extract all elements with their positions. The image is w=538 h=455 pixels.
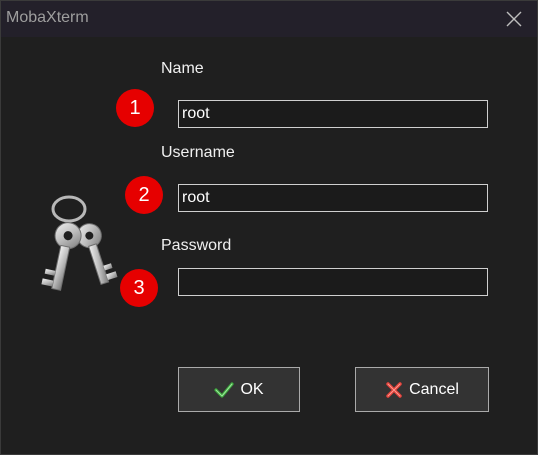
name-input[interactable] (178, 100, 488, 128)
cancel-button-label: Cancel (409, 380, 459, 398)
close-button[interactable] (491, 1, 537, 37)
step-badge-3: 3 (120, 269, 158, 307)
ok-button-label: OK (240, 380, 264, 398)
title-bar: MobaXterm (1, 1, 537, 37)
password-label: Password (161, 237, 232, 254)
name-label: Name (161, 60, 204, 77)
cancel-button[interactable]: Cancel (355, 367, 489, 412)
ok-button[interactable]: OK (178, 367, 300, 412)
keys-icon (41, 195, 118, 291)
window-title: MobaXterm (6, 9, 89, 26)
checkmark-icon (214, 381, 235, 398)
step-badge-1: 1 (116, 89, 154, 127)
cross-icon (386, 381, 402, 398)
close-icon (506, 11, 522, 27)
username-input[interactable] (178, 184, 488, 212)
step-badge-2: 2 (125, 176, 163, 214)
username-label: Username (161, 144, 235, 161)
password-input[interactable] (178, 268, 488, 296)
login-dialog: MobaXterm Name 1 root Username 2 root Pa… (0, 0, 538, 455)
